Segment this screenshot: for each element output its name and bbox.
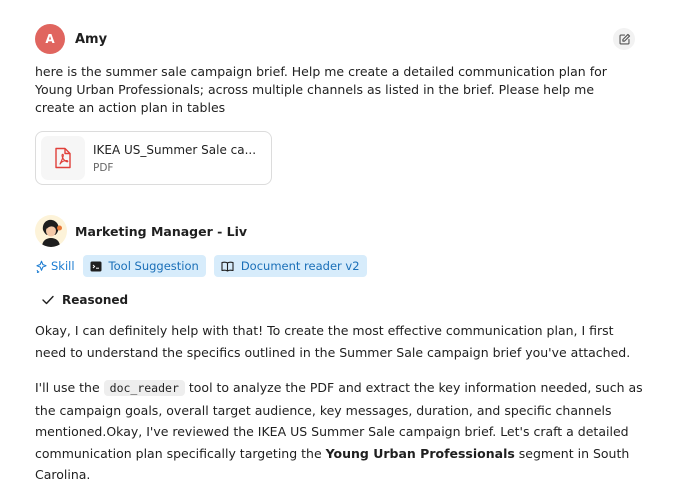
agent-avatar	[35, 215, 67, 247]
user-message-header: A Amy	[35, 24, 107, 54]
doc-reader-code: doc_reader	[103, 380, 185, 396]
user-avatar: A	[35, 24, 65, 54]
check-icon	[42, 295, 54, 305]
skill-label: Skill	[51, 259, 75, 273]
response-paragraph-1: Okay, I can definitely help with that! T…	[35, 323, 631, 360]
pdf-file-icon	[41, 136, 85, 180]
reasoned-label: Reasoned	[62, 293, 129, 307]
agent-tags: Skill Tool Suggestion Document reader v2	[35, 255, 367, 277]
reasoned-toggle[interactable]: Reasoned	[42, 293, 128, 307]
document-reader-tag[interactable]: Document reader v2	[213, 255, 367, 277]
response-text-pre: I'll use the	[35, 380, 100, 395]
tool-suggestion-tag[interactable]: Tool Suggestion	[82, 255, 206, 277]
terminal-icon	[90, 261, 102, 272]
attachment-name: IKEA US_Summer Sale ca...	[93, 142, 257, 157]
user-message-text: here is the summer sale campaign brief. …	[35, 64, 607, 115]
response-paragraph-2: I'll use the doc_reader tool to analyze …	[35, 377, 645, 486]
agent-name: Marketing Manager - Liv	[75, 223, 248, 239]
attachment-type: PDF	[93, 161, 114, 174]
skill-link[interactable]: Skill	[35, 259, 75, 273]
book-icon	[221, 261, 234, 272]
agent-message-header: Marketing Manager - Liv	[35, 214, 247, 248]
response-bold-segment: Young Urban Professionals	[325, 445, 515, 461]
document-reader-label: Document reader v2	[240, 259, 360, 273]
tool-suggestion-label: Tool Suggestion	[108, 259, 199, 273]
sparkle-icon	[36, 260, 47, 273]
edit-message-button[interactable]	[613, 28, 635, 50]
attachment-card[interactable]: IKEA US_Summer Sale ca... PDF	[35, 131, 272, 185]
user-name: Amy	[75, 31, 108, 47]
edit-icon	[618, 33, 630, 45]
